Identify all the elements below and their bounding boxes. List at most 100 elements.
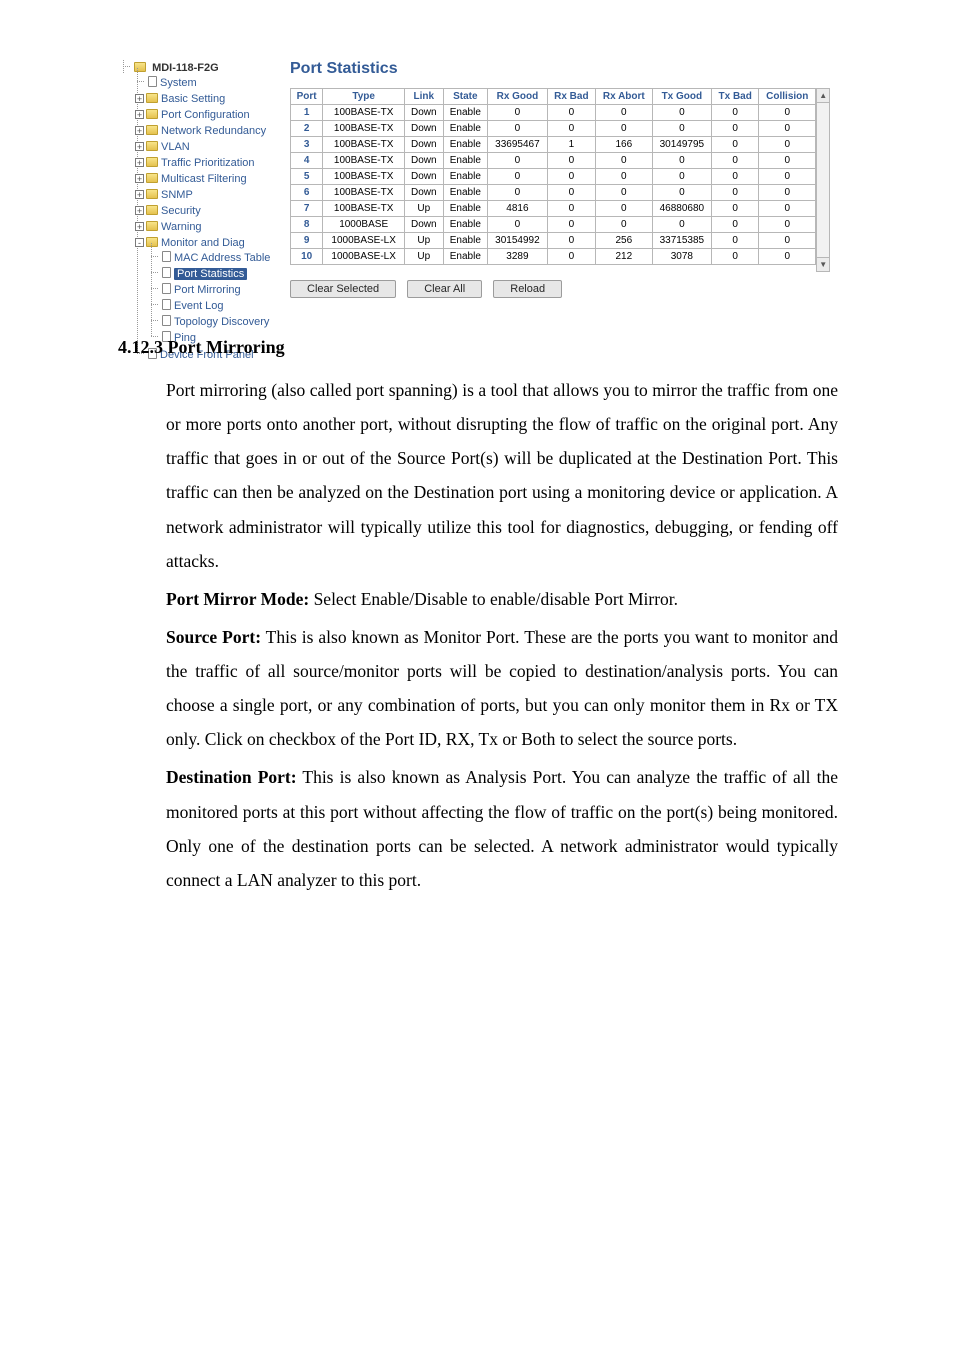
tree-item[interactable]: + Network Redundancy — [134, 123, 280, 139]
expand-icon[interactable]: + — [135, 158, 144, 167]
expand-icon[interactable]: + — [135, 222, 144, 231]
tree-item[interactable]: MAC Address Table — [148, 250, 280, 266]
table-row[interactable]: 101000BASE-LXUpEnable32890212307800 — [291, 249, 816, 265]
table-cell: 4816 — [488, 201, 548, 217]
expand-icon[interactable]: + — [135, 126, 144, 135]
tree-item-label[interactable]: MAC Address Table — [174, 252, 270, 264]
tree-item[interactable]: + Traffic Prioritization — [134, 155, 280, 171]
tree-item[interactable]: Topology Discovery — [148, 314, 280, 330]
tree-item-label[interactable]: Monitor and Diag — [161, 237, 245, 249]
table-cell: 0 — [759, 153, 816, 169]
table-row[interactable]: 81000BASEDownEnable000000 — [291, 217, 816, 233]
tree-item[interactable]: + Multicast Filtering — [134, 171, 280, 187]
expand-icon[interactable]: + — [135, 142, 144, 151]
table-cell: 0 — [596, 153, 653, 169]
paragraph-intro: Port mirroring (also called port spannin… — [166, 373, 838, 578]
reload-button[interactable]: Reload — [493, 280, 562, 298]
tree-item[interactable]: Port Mirroring — [148, 282, 280, 298]
table-cell: 0 — [712, 105, 759, 121]
table-cell: Down — [405, 185, 443, 201]
tree-item[interactable]: + Security — [134, 203, 280, 219]
table-cell: 0 — [547, 185, 595, 201]
doc-icon — [162, 251, 171, 262]
expand-icon[interactable]: + — [135, 94, 144, 103]
expand-icon[interactable]: + — [135, 174, 144, 183]
table-row[interactable]: 6100BASE-TXDownEnable000000 — [291, 185, 816, 201]
expand-icon[interactable]: + — [135, 206, 144, 215]
table-cell: 30154992 — [488, 233, 548, 249]
tree-item[interactable]: + SNMP — [134, 187, 280, 203]
table-scrollbar[interactable]: ▲ ▼ — [816, 88, 830, 272]
tree-item[interactable]: + Port Configuration — [134, 107, 280, 123]
tree-item-label[interactable]: VLAN — [161, 141, 190, 153]
tree-item-label[interactable]: Topology Discovery — [174, 316, 269, 328]
tree-item-label[interactable]: Port Statistics — [174, 268, 247, 280]
tree-item[interactable]: System — [134, 75, 280, 91]
tree-item-label[interactable]: Port Configuration — [161, 109, 250, 121]
tree-item-label[interactable]: Network Redundancy — [161, 125, 266, 137]
expand-icon[interactable]: + — [135, 110, 144, 119]
table-cell: 0 — [596, 185, 653, 201]
clear-selected-button[interactable]: Clear Selected — [290, 280, 396, 298]
column-header: Collision — [759, 89, 816, 105]
tree-item-label[interactable]: Traffic Prioritization — [161, 157, 255, 169]
tree-root-children: System+Basic Setting+Port Configuration+… — [134, 75, 280, 363]
table-cell: 0 — [712, 233, 759, 249]
folder-icon — [146, 237, 158, 247]
scroll-down-icon[interactable]: ▼ — [817, 257, 829, 271]
table-row[interactable]: 91000BASE-LXUpEnable30154992025633715385… — [291, 233, 816, 249]
table-cell: Down — [405, 153, 443, 169]
tree-item[interactable]: Event Log — [148, 298, 280, 314]
tree-item-label[interactable]: System — [160, 77, 197, 89]
table-cell: 0 — [712, 153, 759, 169]
scroll-up-icon[interactable]: ▲ — [817, 89, 829, 103]
table-cell: 0 — [759, 201, 816, 217]
table-cell: 0 — [547, 217, 595, 233]
table-cell: 2 — [291, 121, 323, 137]
table-cell: 166 — [596, 137, 653, 153]
tree-item-label[interactable]: Warning — [161, 221, 202, 233]
folder-icon — [146, 173, 158, 183]
paragraph-source-port: Source Port: This is also known as Monit… — [166, 620, 838, 757]
table-cell: 0 — [596, 105, 653, 121]
tree-item[interactable]: + Basic Setting — [134, 91, 280, 107]
table-cell: 0 — [596, 169, 653, 185]
table-row[interactable]: 3100BASE-TXDownEnable3369546711663014979… — [291, 137, 816, 153]
table-cell: 100BASE-TX — [323, 137, 405, 153]
folder-icon — [146, 125, 158, 135]
table-cell: 1000BASE-LX — [323, 249, 405, 265]
table-cell: 1 — [547, 137, 595, 153]
table-cell: Enable — [443, 153, 488, 169]
tree-root[interactable]: MDI-118-F2G System+Basic Setting+Port Co… — [120, 60, 280, 364]
table-row[interactable]: 7100BASE-TXUpEnable4816004688068000 — [291, 201, 816, 217]
folder-icon — [146, 205, 158, 215]
table-cell: 0 — [547, 169, 595, 185]
tree-item-label[interactable]: SNMP — [161, 189, 193, 201]
table-row[interactable]: 2100BASE-TXDownEnable000000 — [291, 121, 816, 137]
paragraph-destination-port: Destination Port: This is also known as … — [166, 760, 838, 897]
expand-icon[interactable]: - — [135, 238, 144, 247]
table-row[interactable]: 4100BASE-TXDownEnable000000 — [291, 153, 816, 169]
table-cell: 1 — [291, 105, 323, 121]
table-row[interactable]: 5100BASE-TXDownEnable000000 — [291, 169, 816, 185]
doc-icon — [162, 283, 171, 294]
folder-icon — [146, 157, 158, 167]
clear-all-button[interactable]: Clear All — [407, 280, 482, 298]
table-row[interactable]: 1100BASE-TXDownEnable000000 — [291, 105, 816, 121]
table-cell: Down — [405, 121, 443, 137]
tree-item-label[interactable]: Event Log — [174, 300, 224, 312]
tree-item-label[interactable]: Security — [161, 205, 201, 217]
expand-icon[interactable]: + — [135, 190, 144, 199]
tree-item[interactable]: Port Statistics — [148, 266, 280, 282]
tree-item[interactable]: + Warning — [134, 219, 280, 235]
tree-item-label[interactable]: Multicast Filtering — [161, 173, 247, 185]
tree-item[interactable]: + VLAN — [134, 139, 280, 155]
table-cell: 8 — [291, 217, 323, 233]
table-cell: 212 — [596, 249, 653, 265]
table-cell: 256 — [596, 233, 653, 249]
table-cell: Enable — [443, 121, 488, 137]
doc-icon — [162, 315, 171, 326]
table-cell: 0 — [712, 217, 759, 233]
tree-item-label[interactable]: Port Mirroring — [174, 284, 241, 296]
tree-item-label[interactable]: Basic Setting — [161, 93, 225, 105]
